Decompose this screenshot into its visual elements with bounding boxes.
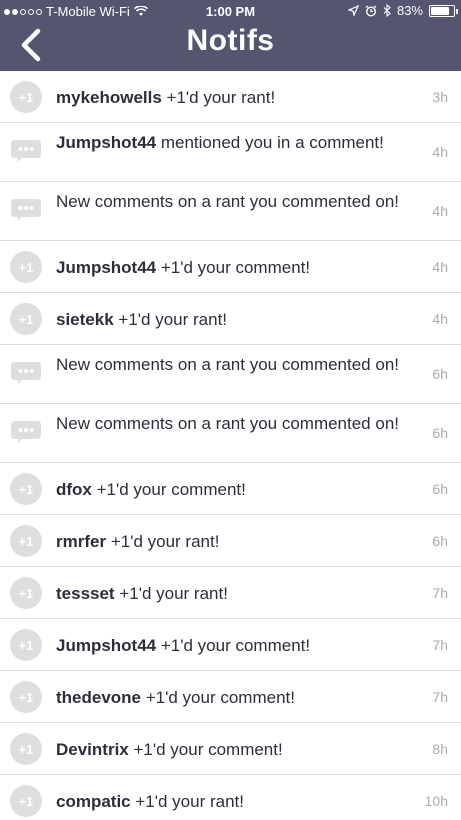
plus-one-icon: +1 [10, 577, 42, 609]
page-title: Notifs [186, 24, 275, 57]
notification-message: New comments on a rant you commented on! [56, 355, 399, 374]
notification-time: 4h [432, 203, 448, 219]
notification-message: +1'd your comment! [156, 636, 311, 655]
notification-text: thedevone +1'd your comment! [56, 687, 406, 708]
notification-username[interactable]: tessset [56, 584, 115, 603]
notification-message: +1'd your rant! [113, 310, 228, 329]
plus-one-icon: +1 [10, 81, 42, 113]
notification-username[interactable]: Jumpshot44 [56, 258, 156, 277]
notification-text: New comments on a rant you commented on! [56, 191, 406, 212]
notification-message: +1'd your rant! [114, 584, 228, 603]
location-icon [347, 5, 359, 16]
plus-one-icon: +1 [10, 681, 42, 713]
notification-message: +1'd your comment! [156, 258, 311, 277]
battery-percent: 83% [396, 3, 423, 18]
notification-message: +1'd your comment! [141, 688, 295, 707]
plus-one-icon: +1 [10, 251, 42, 283]
notification-row[interactable]: New comments on a rant you commented on!… [0, 182, 461, 241]
notification-row[interactable]: Jumpshot44 mentioned you in a comment! 4h [0, 123, 461, 182]
notification-row[interactable]: +1 sietekk +1'd your rant! 4h [0, 293, 461, 345]
notification-row[interactable]: New comments on a rant you commented on!… [0, 404, 461, 463]
plus-one-icon: +1 [10, 785, 42, 817]
notification-row[interactable]: +1 tessset +1'd your rant! 7h [0, 567, 461, 619]
plus-one-icon: +1 [10, 525, 42, 557]
notification-time: 4h [432, 144, 448, 160]
notification-time: 7h [432, 637, 448, 653]
notification-username[interactable]: Jumpshot44 [56, 636, 156, 655]
plus-one-icon: +1 [10, 473, 42, 505]
notification-message: New comments on a rant you commented on! [56, 192, 399, 211]
notification-row[interactable]: +1 dfox +1'd your comment! 6h [0, 463, 461, 515]
comment-bubble-icon [11, 140, 41, 162]
notification-time: 7h [432, 689, 448, 705]
notification-text: tessset +1'd your rant! [56, 583, 406, 604]
status-bar: T-Mobile Wi-Fi 1:00 PM 83% [0, 0, 461, 22]
notification-text: New comments on a rant you commented on! [56, 413, 406, 434]
notification-text: Jumpshot44 +1'd your comment! [56, 635, 406, 656]
notification-row[interactable]: +1 Jumpshot44 +1'd your comment! 4h [0, 241, 461, 293]
notification-username[interactable]: Jumpshot44 [56, 133, 156, 152]
notification-username[interactable]: mykehowells [56, 88, 162, 107]
notification-message: New comments on a rant you commented on! [56, 414, 399, 433]
status-right: 83% [347, 3, 458, 18]
notification-text: rmrfer +1'd your rant! [56, 531, 406, 552]
notification-row[interactable]: +1 Devintrix +1'd your comment! 8h [0, 723, 461, 775]
bluetooth-icon [383, 4, 391, 17]
notification-text: mykehowells +1'd your rant! [56, 87, 406, 108]
notification-row[interactable]: +1 mykehowells +1'd your rant! 3h [0, 71, 461, 123]
notification-text: compatic +1'd your rant! [56, 791, 406, 812]
app-header: T-Mobile Wi-Fi 1:00 PM 83% Notifs [0, 0, 461, 71]
battery-icon [429, 4, 458, 17]
comment-bubble-icon [11, 421, 41, 443]
notification-text: New comments on a rant you commented on! [56, 354, 406, 375]
notification-time: 6h [432, 481, 448, 497]
notification-username[interactable]: compatic [56, 792, 131, 811]
notification-time: 10h [424, 793, 448, 809]
notification-username[interactable]: rmrfer [56, 532, 106, 551]
notification-time: 6h [432, 533, 448, 549]
notification-time: 8h [432, 741, 448, 757]
notification-text: Jumpshot44 +1'd your comment! [56, 257, 406, 278]
notification-row[interactable]: New comments on a rant you commented on!… [0, 345, 461, 404]
notification-time: 6h [432, 366, 448, 382]
notification-row[interactable]: +1 rmrfer +1'd your rant! 6h [0, 515, 461, 567]
comment-bubble-icon [11, 362, 41, 384]
plus-one-icon: +1 [10, 733, 42, 765]
notification-row[interactable]: +1 Jumpshot44 +1'd your comment! 7h [0, 619, 461, 671]
notification-username[interactable]: thedevone [56, 688, 141, 707]
notification-time: 4h [432, 311, 448, 327]
notification-message: +1'd your rant! [130, 792, 244, 811]
notification-message: +1'd your rant! [106, 532, 220, 551]
notification-text: Devintrix +1'd your comment! [56, 739, 406, 760]
notification-time: 7h [432, 585, 448, 601]
notification-message: +1'd your comment! [128, 740, 283, 759]
alarm-icon [365, 4, 377, 17]
notification-message: +1'd your rant! [161, 88, 276, 107]
notification-time: 3h [432, 89, 448, 105]
notification-list: +1 mykehowells +1'd your rant! 3h Jumpshot4… [0, 71, 461, 820]
notification-username[interactable]: sietekk [56, 310, 114, 329]
notification-username[interactable]: dfox [56, 480, 92, 499]
notification-text: dfox +1'd your comment! [56, 479, 406, 500]
plus-one-icon: +1 [10, 303, 42, 335]
notification-text: sietekk +1'd your rant! [56, 309, 406, 330]
notification-time: 6h [432, 425, 448, 441]
notification-time: 4h [432, 259, 448, 275]
plus-one-icon: +1 [10, 629, 42, 661]
notification-row[interactable]: +1 compatic +1'd your rant! 10h [0, 775, 461, 820]
notification-text: Jumpshot44 mentioned you in a comment! [56, 132, 406, 153]
notification-message: mentioned you in a comment! [156, 133, 384, 152]
comment-bubble-icon [11, 199, 41, 221]
notification-message: +1'd your comment! [91, 480, 246, 499]
notification-row[interactable]: +1 thedevone +1'd your comment! 7h [0, 671, 461, 723]
notification-username[interactable]: Devintrix [56, 740, 129, 759]
